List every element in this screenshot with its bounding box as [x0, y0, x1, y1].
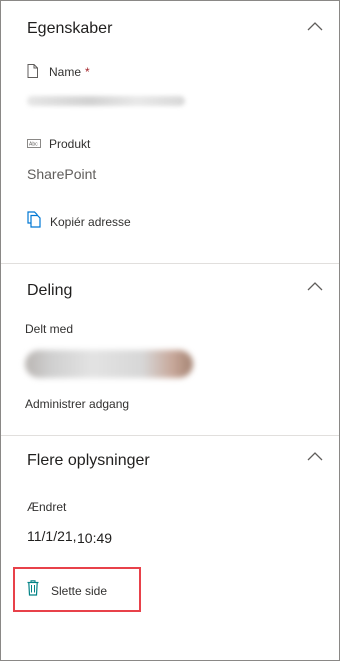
divider [1, 435, 339, 436]
text-field-icon: Abc [27, 139, 41, 148]
more-info-section-title: Flere oplysninger [27, 452, 150, 469]
product-value: SharePoint [27, 166, 97, 182]
modified-label: Ændret [27, 500, 67, 514]
chevron-up-icon[interactable] [307, 281, 323, 291]
name-label: Name * [49, 65, 90, 79]
sharing-section-title: Deling [27, 282, 73, 299]
page-details-panel: Egenskaber Name * Abc Produkt SharePoint … [0, 0, 340, 661]
manage-access-label: Administrer adgang [25, 397, 130, 411]
copy-icon [27, 211, 41, 228]
divider [1, 263, 339, 264]
modified-date: 11/1/21, [27, 528, 77, 544]
shared-with-avatars[interactable] [25, 350, 193, 378]
copy-address-label: Kopiér adresse [50, 215, 131, 229]
chevron-up-icon[interactable] [307, 451, 323, 461]
highlight-annotation [13, 567, 141, 612]
required-marker: * [85, 65, 90, 79]
shared-with-label: Delt med [25, 322, 74, 336]
chevron-up-icon[interactable] [307, 21, 323, 31]
svg-text:Abc: Abc [29, 142, 38, 148]
copy-address-button[interactable]: Kopiér adresse [27, 209, 227, 233]
name-value-blurred[interactable] [27, 96, 185, 106]
modified-time: 10:49 [77, 530, 113, 546]
name-label-text: Name [49, 65, 82, 79]
properties-section-title: Egenskaber [27, 20, 113, 37]
document-icon [27, 64, 38, 78]
product-label: Produkt [49, 137, 91, 151]
manage-access-link[interactable]: Administrer adgang [25, 395, 185, 415]
